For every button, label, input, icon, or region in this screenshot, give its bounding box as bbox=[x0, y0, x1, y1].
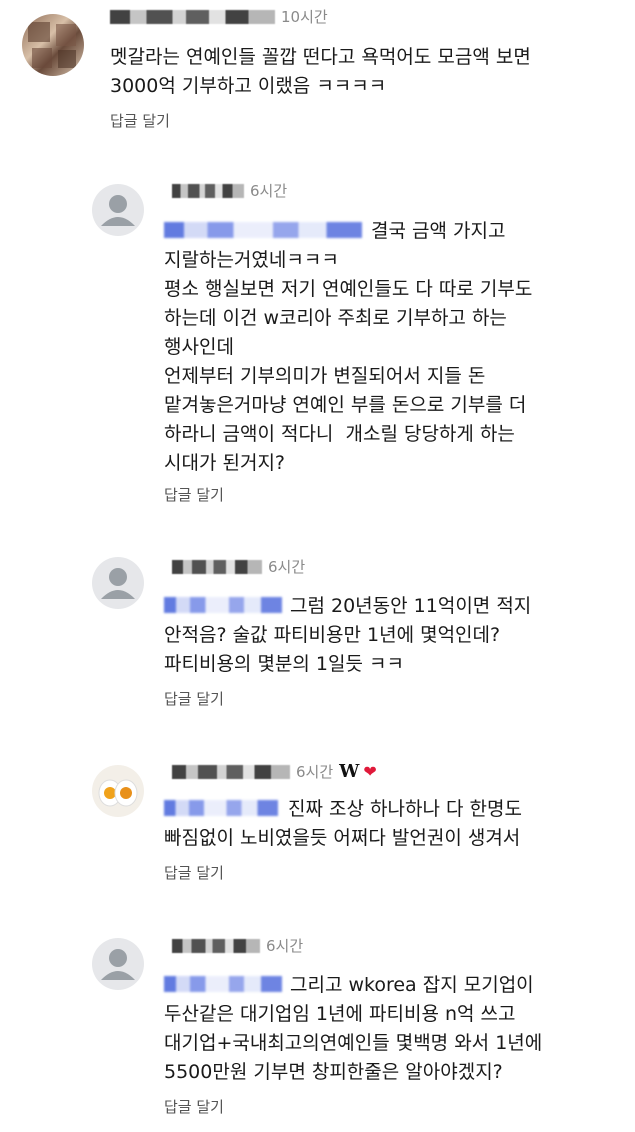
reply-button[interactable]: 답글 달기 bbox=[164, 484, 224, 505]
avatar[interactable] bbox=[92, 938, 144, 990]
avatar[interactable] bbox=[22, 14, 84, 76]
avatar[interactable] bbox=[92, 184, 144, 236]
username-redacted[interactable] bbox=[172, 764, 290, 779]
person-icon bbox=[101, 949, 135, 980]
comment-time: 10시간 bbox=[281, 8, 328, 26]
w-badge-icon: W bbox=[339, 761, 360, 782]
comment-time: 6시간 bbox=[296, 763, 334, 781]
reply-button[interactable]: 답글 달기 bbox=[164, 1096, 224, 1117]
comment-time: 6시간 bbox=[250, 182, 288, 200]
comment-text: 결국 금액 가지고 지랄하는거였네ㅋㅋㅋ 평소 행실보면 저기 연예인들도 다 … bbox=[164, 220, 533, 474]
comment-text: 그럼 20년동안 11억이면 적지 안적음? 술값 파티비용만 1년에 몇억인데… bbox=[164, 595, 532, 675]
username-redacted[interactable] bbox=[110, 9, 275, 24]
username-redacted[interactable] bbox=[172, 559, 262, 574]
heart-icon: ❤ bbox=[363, 762, 377, 781]
reply-button[interactable]: 답글 달기 bbox=[164, 862, 224, 883]
egg-avatar-icon bbox=[98, 779, 138, 807]
comment-time: 6시간 bbox=[266, 937, 304, 955]
reply-button[interactable]: 답글 달기 bbox=[164, 688, 224, 709]
comment-text: 진짜 조상 하나하나 다 한명도 빠짐없이 노비였을듯 어쩌다 발언권이 생겨서 bbox=[164, 798, 522, 849]
person-icon bbox=[101, 568, 135, 599]
comment-time: 6시간 bbox=[268, 558, 306, 576]
username-redacted[interactable] bbox=[172, 183, 244, 198]
person-icon bbox=[101, 195, 135, 226]
avatar[interactable] bbox=[92, 557, 144, 609]
comment-text: 멧갈라는 연예인들 꼴깝 떤다고 욕먹어도 모금액 보면 3000억 기부하고 … bbox=[110, 46, 531, 97]
username-redacted[interactable] bbox=[172, 938, 260, 953]
photo-avatar-icon bbox=[28, 22, 76, 68]
avatar[interactable] bbox=[92, 765, 144, 817]
reply-button[interactable]: 답글 달기 bbox=[110, 110, 170, 131]
comment-text: 그리고 wkorea 잡지 모기업이 두산같은 대기업임 1년에 파티비용 n억… bbox=[164, 974, 543, 1083]
